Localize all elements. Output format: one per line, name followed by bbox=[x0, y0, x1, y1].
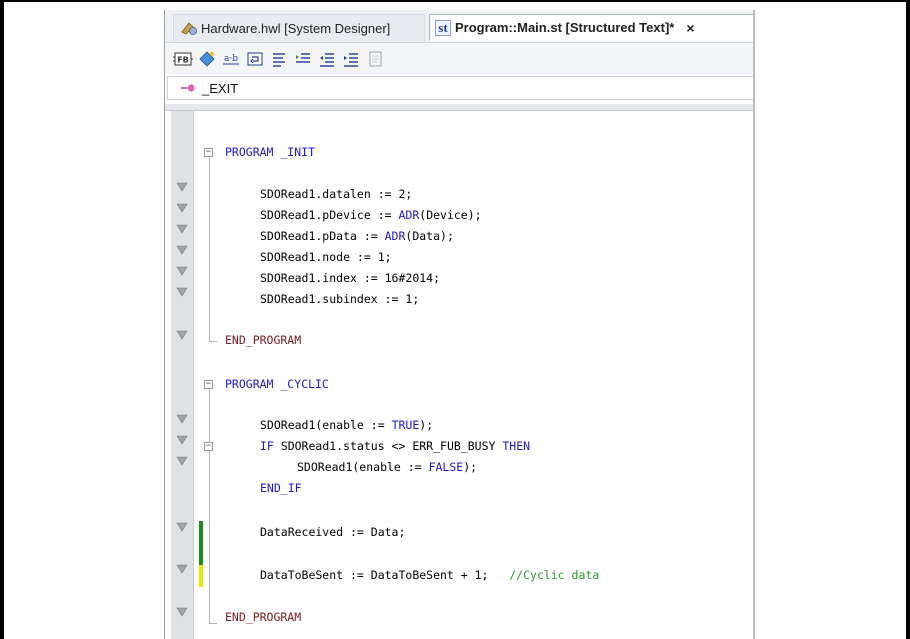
code-line-end-program[interactable]: END_PROGRAM bbox=[225, 332, 301, 348]
tab-main-st-label: Program::Main.st [Structured Text]* bbox=[455, 20, 675, 35]
frame-left bbox=[0, 0, 4, 639]
code-line-end-program[interactable]: END_PROGRAM bbox=[225, 609, 301, 625]
tab-bar: Hardware.hwl [System Designer] st Progra… bbox=[165, 10, 755, 43]
svg-text:FB: FB bbox=[177, 56, 189, 65]
diamond-icon[interactable] bbox=[197, 49, 217, 69]
code-line[interactable]: DataReceived := Data; bbox=[260, 524, 405, 540]
breakpoint-marker-icon[interactable] bbox=[176, 265, 188, 277]
code-text: (Data); bbox=[405, 229, 454, 243]
editor-toolbar: FB a·b bbox=[165, 43, 755, 75]
fold-toggle-cyclic[interactable]: − bbox=[204, 380, 213, 389]
ab-icon[interactable]: a·b bbox=[221, 49, 241, 69]
breakpoint-marker-icon[interactable] bbox=[176, 606, 188, 618]
page-icon[interactable] bbox=[365, 49, 385, 69]
code-text: ); bbox=[463, 460, 478, 474]
editor-window: Hardware.hwl [System Designer] st Progra… bbox=[164, 10, 755, 639]
breakpoint-marker-icon[interactable] bbox=[176, 413, 188, 425]
breakpoint-marker-icon[interactable] bbox=[176, 286, 188, 298]
code-keyword-if: IF bbox=[260, 439, 274, 453]
fold-line-init bbox=[209, 157, 210, 342]
code-text: SDORead1(enable := bbox=[297, 460, 429, 474]
code-function-adr: ADR bbox=[398, 208, 420, 222]
code-text: SDORead1(enable := bbox=[260, 418, 392, 432]
tab-hardware-label: Hardware.hwl [System Designer] bbox=[201, 20, 391, 36]
code-text: (Device); bbox=[419, 208, 482, 222]
indent-right-icon[interactable] bbox=[341, 49, 361, 69]
code-text: SDORead1.pData := bbox=[260, 229, 385, 243]
program-icon bbox=[180, 81, 196, 96]
breakpoint-marker-icon[interactable] bbox=[176, 563, 188, 575]
code-line[interactable]: SDORead1.pData := ADR(Data); bbox=[260, 228, 454, 244]
close-tab-button[interactable]: × bbox=[686, 20, 694, 36]
fold-toggle-init[interactable]: − bbox=[204, 148, 213, 157]
code-line[interactable]: IF SDORead1.status <> ERR_FUB_BUSY THEN bbox=[260, 438, 530, 454]
breakpoint-marker-icon[interactable] bbox=[176, 202, 188, 214]
frame-top bbox=[0, 0, 910, 2]
fold-end-cyclic bbox=[209, 623, 217, 624]
code-text: ); bbox=[419, 418, 434, 432]
code-line[interactable]: DataToBeSent := DataToBeSent + 1; //Cycl… bbox=[260, 567, 599, 583]
fold-end-init bbox=[209, 341, 217, 342]
frame-right bbox=[906, 0, 910, 639]
saved-change-marker bbox=[199, 521, 203, 565]
indent-left-icon[interactable] bbox=[317, 49, 337, 69]
breakpoint-marker-icon[interactable] bbox=[176, 181, 188, 193]
unsaved-change-marker bbox=[199, 565, 203, 587]
outdent-icon[interactable] bbox=[293, 49, 313, 69]
code-text: DataToBeSent := DataToBeSent + 1; bbox=[260, 568, 510, 582]
code-line[interactable]: SDORead1.index := 16#2014; bbox=[260, 270, 440, 286]
code-line[interactable]: SDORead1.subindex := 1; bbox=[260, 291, 419, 307]
fold-line-cyclic bbox=[209, 389, 210, 624]
breakpoint-marker-icon[interactable] bbox=[176, 223, 188, 235]
window-right-edge bbox=[753, 10, 755, 639]
code-line-program-init[interactable]: PROGRAM _INIT bbox=[225, 144, 315, 160]
code-line[interactable]: SDORead1.datalen := 2; bbox=[260, 186, 412, 202]
code-editor[interactable]: − − − PROGRAM _INIT SDORead1.datalen := … bbox=[165, 111, 755, 639]
insert-icon[interactable] bbox=[245, 49, 265, 69]
breakpoint-marker-icon[interactable] bbox=[176, 455, 188, 467]
code-line[interactable]: SDORead1.pDevice := ADR(Device); bbox=[260, 207, 482, 223]
breakpoint-marker-icon[interactable] bbox=[176, 521, 188, 533]
code-line[interactable]: SDORead1.node := 1; bbox=[260, 249, 392, 265]
list-icon[interactable] bbox=[269, 49, 289, 69]
code-keyword-false: FALSE bbox=[428, 460, 464, 474]
hardware-designer-icon bbox=[180, 20, 198, 36]
program-selector-value: _EXIT bbox=[202, 80, 239, 96]
fb-icon[interactable]: FB bbox=[173, 49, 193, 69]
code-line[interactable]: SDORead1(enable := FALSE); bbox=[297, 459, 477, 475]
breakpoint-marker-icon[interactable] bbox=[176, 329, 188, 341]
code-line-program-cyclic[interactable]: PROGRAM _CYCLIC bbox=[225, 376, 329, 392]
code-keyword-then: THEN bbox=[502, 439, 531, 453]
structured-text-icon: st bbox=[434, 19, 452, 36]
tab-hardware[interactable]: Hardware.hwl [System Designer] bbox=[173, 14, 425, 41]
breakpoint-marker-icon[interactable] bbox=[176, 434, 188, 446]
code-text: SDORead1.status <> ERR_FUB_BUSY bbox=[273, 439, 503, 453]
code-line[interactable]: SDORead1(enable := TRUE); bbox=[260, 417, 433, 433]
breakpoint-marker-icon[interactable] bbox=[176, 244, 188, 256]
code-keyword-true: TRUE bbox=[391, 418, 420, 432]
code-function-adr: ADR bbox=[384, 229, 406, 243]
tab-main-st[interactable]: st Program::Main.st [Structured Text]* × bbox=[429, 14, 755, 41]
program-selector[interactable]: _EXIT bbox=[167, 76, 755, 100]
editor-top-separator bbox=[165, 104, 755, 111]
code-line-end-if[interactable]: END_IF bbox=[260, 480, 302, 496]
code-text: SDORead1.pDevice := bbox=[260, 208, 399, 222]
fold-toggle-if[interactable]: − bbox=[204, 442, 213, 451]
svg-text:a·b: a·b bbox=[224, 54, 238, 64]
code-comment: //Cyclic data bbox=[509, 568, 600, 582]
